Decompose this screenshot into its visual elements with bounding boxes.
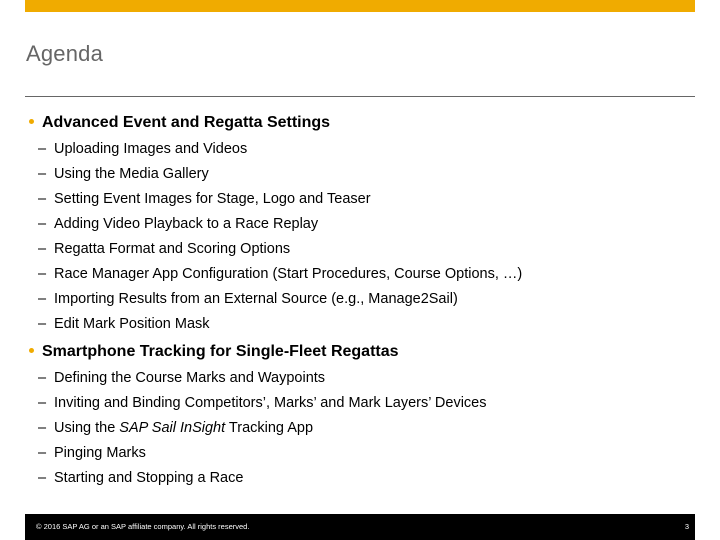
agenda-section-smartphone-tracking: Smartphone Tracking for Single-Fleet Reg… — [27, 343, 399, 361]
section-label: Smartphone Tracking for Single-Fleet Reg… — [42, 343, 399, 360]
agenda-section-advanced-settings: Advanced Event and Regatta Settings — [27, 114, 330, 132]
agenda-item-text: Defining the Course Marks and Waypoints — [54, 370, 326, 386]
agenda-item: – Edit Mark Position Mask — [38, 316, 210, 332]
dash-icon: – — [38, 445, 47, 461]
header-accent-bar — [25, 0, 695, 12]
agenda-item: – Importing Results from an External Sour… — [38, 291, 458, 307]
agenda-item: – Setting Event Images for Stage, Logo an… — [38, 191, 371, 207]
dash-icon: – — [38, 291, 47, 307]
agenda-item: – Regatta Format and Scoring Options — [38, 241, 290, 257]
agenda-item-text: Using the Media Gallery — [54, 166, 209, 182]
dash-icon: – — [38, 316, 47, 332]
dash-icon: – — [38, 395, 47, 411]
dash-icon: – — [38, 241, 47, 257]
agenda-item-text: Adding Video Playback to a Race Replay — [54, 216, 319, 232]
dash-icon: – — [38, 266, 47, 282]
dash-icon: – — [38, 166, 47, 182]
agenda-item: – Pinging Marks — [38, 445, 146, 461]
dash-icon: – — [38, 470, 47, 486]
agenda-item: – Inviting and Binding Competitors’, Mark… — [38, 395, 487, 411]
footer-copyright: © 2016 SAP AG or an SAP affiliate compan… — [36, 522, 250, 531]
dash-icon: – — [38, 216, 47, 232]
agenda-item-text: Uploading Images and Videos — [54, 141, 248, 157]
agenda-item-text-before: Using the — [54, 420, 120, 436]
agenda-item: – Defining the Course Marks and Waypoints — [38, 370, 325, 386]
slide-title: Agenda — [26, 41, 104, 66]
agenda-item: – Using the SAP Sail InSight Tracking App — [38, 420, 313, 436]
app-name: SAP Sail InSight — [119, 420, 226, 436]
bullet-icon — [29, 118, 34, 124]
section-label: Advanced Event and Regatta Settings — [42, 114, 331, 131]
agenda-item-text: Race Manager App Configuration (Start Pr… — [54, 266, 523, 282]
agenda-item-text: Inviting and Binding Competitors’, Marks… — [54, 395, 487, 411]
agenda-item: – Uploading Images and Videos — [38, 141, 247, 157]
agenda-item-text: Regatta Format and Scoring Options — [54, 241, 291, 257]
page-number: 3 — [684, 522, 689, 531]
dash-icon: – — [38, 370, 47, 386]
agenda-item-text: Edit Mark Position Mask — [54, 316, 210, 332]
dash-icon: – — [38, 191, 47, 207]
agenda-item: – Starting and Stopping a Race — [38, 470, 243, 486]
agenda-item: – Using the Media Gallery — [38, 166, 209, 182]
title-divider — [25, 96, 695, 97]
agenda-item: – Race Manager App Configuration (Start P… — [38, 266, 522, 282]
agenda-item-text: Importing Results from an External Sourc… — [54, 291, 458, 307]
footer-bar: © 2016 SAP AG or an SAP affiliate compan… — [25, 514, 695, 540]
agenda-item-text-after: Tracking App — [225, 420, 314, 436]
agenda-item: – Adding Video Playback to a Race Replay — [38, 216, 318, 232]
agenda-item-text: Starting and Stopping a Race — [54, 470, 244, 486]
agenda-item-text: Pinging Marks — [54, 445, 146, 461]
bullet-icon — [29, 347, 34, 353]
dash-icon: – — [38, 420, 47, 436]
dash-icon: – — [38, 141, 47, 157]
agenda-item-text: Setting Event Images for Stage, Logo and… — [54, 191, 371, 207]
